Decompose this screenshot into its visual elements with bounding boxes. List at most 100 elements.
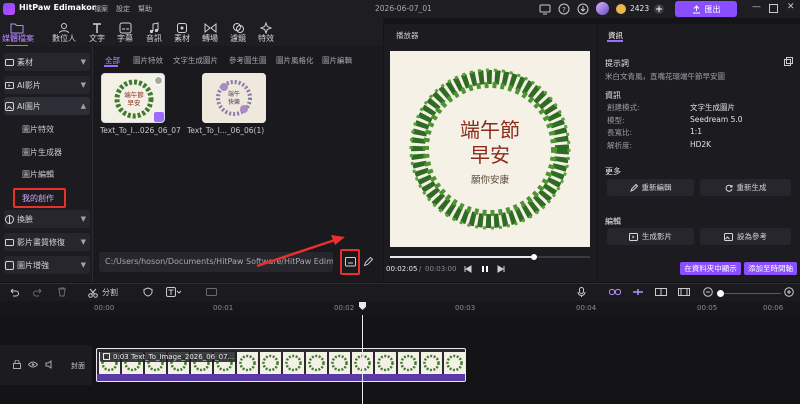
category-tabs: 媒體檔案 數位人 文字 字幕 音訊 素材 轉場 濾鏡 特效	[0, 18, 383, 47]
media-tab-image-to-image[interactable]: 參考圖生圖	[229, 55, 267, 66]
zoom-out-icon[interactable]	[703, 287, 713, 297]
sidebar-item-ai-video[interactable]: AI影片 ▼	[4, 76, 90, 94]
face-swap-icon	[4, 214, 14, 224]
menu-help[interactable]: 幫助	[138, 4, 152, 14]
filmstrip-frame	[237, 352, 258, 374]
ruler-tick: 00:02	[334, 304, 355, 312]
tab-audio[interactable]: 音訊	[139, 21, 169, 45]
tab-subtitle[interactable]: 字幕	[110, 21, 140, 45]
export-button[interactable]: 匯出	[675, 1, 737, 17]
sidebar-item-face-swap[interactable]: 換臉 ▼	[4, 210, 90, 228]
tab-material[interactable]: 素材	[167, 21, 197, 45]
maximize-button[interactable]	[769, 4, 778, 13]
set-reference-button[interactable]: 設為參考	[700, 228, 791, 245]
info-value-model: Seedream 5.0	[690, 115, 743, 124]
tab-media[interactable]: 媒體檔案	[2, 21, 34, 47]
minimize-button[interactable]: —	[752, 2, 761, 12]
effects-icon	[251, 21, 281, 34]
thumb-text-line2: 早安	[128, 98, 142, 107]
magnet-icon[interactable]	[632, 287, 644, 297]
zoom-in-icon[interactable]	[784, 287, 794, 297]
preview-image: 端午節 早安 願你安康	[390, 51, 590, 247]
prompt-text: 米白文青風，直嘴花環端午節早安圖	[605, 72, 725, 81]
thumb-text-line1: 端午節	[124, 90, 144, 99]
media-tab-text-to-image[interactable]: 文字生成圖片	[173, 55, 218, 66]
track-header: 封面	[0, 345, 92, 385]
filmstrip-frame	[444, 352, 465, 374]
tab-filter[interactable]: 濾鏡	[223, 21, 253, 45]
show-in-folder-button[interactable]: 在資料夾中顯示	[680, 262, 741, 275]
add-to-timeline-button[interactable]: 添加至時間軸	[744, 262, 797, 275]
media-tab-image-effects[interactable]: 圖片特效	[133, 55, 163, 66]
menu-file[interactable]: 檔案	[94, 4, 108, 14]
split-button[interactable]: 分割	[88, 287, 118, 298]
playhead-line[interactable]	[362, 315, 363, 404]
chevron-down-icon: ▼	[80, 238, 86, 246]
media-thumbnail[interactable]: 端午 快樂	[202, 73, 266, 123]
sidebar-sub-image-edit[interactable]: 圖片編輯	[22, 169, 54, 180]
pause-icon[interactable]	[481, 265, 489, 273]
tab-transition[interactable]: 轉場	[195, 21, 225, 45]
link-icon[interactable]	[609, 287, 621, 297]
shield-icon[interactable]	[143, 287, 153, 297]
menu-settings[interactable]: 設定	[116, 4, 130, 14]
lock-icon[interactable]	[13, 360, 21, 369]
tab-text[interactable]: 文字	[82, 21, 112, 45]
project-name[interactable]: 2026-06-07_01	[375, 4, 432, 13]
image-tool-icon[interactable]	[206, 287, 217, 297]
chevron-up-icon: ▲	[80, 102, 86, 110]
sidebar-sub-image-effects[interactable]: 圖片特效	[22, 124, 54, 135]
sidebar-item-ai-image[interactable]: AI圖片 ▲	[4, 97, 90, 115]
redo-icon[interactable]	[33, 287, 44, 297]
add-credits-icon[interactable]	[653, 3, 665, 15]
regenerate-button[interactable]: 重新生成	[700, 179, 791, 196]
sidebar-sub-my-creations[interactable]: 我的創作	[22, 193, 54, 204]
timeline-clip[interactable]: 0:03 Text_To_Image_2026_06_07...	[96, 348, 466, 382]
reedit-button[interactable]: 重新編輯	[607, 179, 694, 196]
pip-icon[interactable]	[655, 287, 667, 297]
ruler-tick: 00:05	[697, 304, 718, 312]
make-video-button[interactable]: 生成影片	[607, 228, 694, 245]
zoom-slider[interactable]	[717, 290, 781, 297]
download-icon[interactable]	[577, 3, 589, 15]
tab-avatar[interactable]: 數位人	[49, 21, 79, 45]
info-tab-underline	[607, 40, 623, 42]
media-thumbnail[interactable]: 端午節 早安	[101, 73, 165, 123]
info-label-resolution: 解析度:	[607, 141, 633, 150]
undo-icon[interactable]	[8, 287, 19, 297]
sidebar-item-material[interactable]: 素材 ▼	[4, 53, 90, 71]
timeline-ruler[interactable]: 00:00 00:01 00:02 00:03 00:04 00:05 00:0…	[0, 301, 800, 315]
edit-pencil-icon[interactable]	[363, 256, 374, 267]
next-frame-icon[interactable]	[497, 265, 505, 273]
screen-icon[interactable]	[539, 3, 551, 15]
prev-frame-icon[interactable]	[464, 265, 472, 273]
scissors-icon	[88, 288, 98, 298]
eye-icon[interactable]	[28, 361, 38, 368]
copy-icon[interactable]	[784, 57, 793, 66]
sidebar-item-image-enhance[interactable]: 圖片增強 ▼	[4, 256, 90, 274]
microphone-icon[interactable]	[577, 287, 586, 298]
close-button[interactable]: ✕	[787, 2, 795, 12]
zoom-slider-knob[interactable]	[717, 290, 724, 297]
preview-text-line2: 早安	[470, 143, 510, 167]
sidebar-sub-image-generator[interactable]: 圖片生成器	[22, 147, 62, 158]
user-avatar[interactable]	[596, 2, 609, 15]
delete-icon[interactable]	[57, 287, 67, 297]
speaker-icon[interactable]	[45, 360, 54, 369]
media-tab-stylize[interactable]: 圖片風格化	[276, 55, 314, 66]
filmstrip-icon[interactable]	[678, 287, 690, 297]
sidebar-item-video-enhance[interactable]: 影片畫質修復 ▼	[4, 233, 90, 251]
ruler-tick: 00:06	[763, 304, 784, 312]
select-checkbox[interactable]	[154, 76, 163, 85]
playback-track[interactable]	[390, 254, 590, 260]
help-icon[interactable]: ?	[558, 3, 570, 15]
playback-knob[interactable]	[531, 254, 537, 260]
prompt-heading: 提示詞	[605, 59, 629, 68]
text-tool-icon[interactable]	[166, 287, 182, 297]
enhance-icon	[4, 237, 14, 247]
clip-label-badge: 0:03 Text_To_Image_2026_06_07...	[100, 351, 238, 362]
edit-icon	[629, 183, 638, 192]
sticker-icon	[167, 21, 197, 34]
tab-effects[interactable]: 特效	[251, 21, 281, 45]
media-tab-image-edit[interactable]: 圖片編輯	[322, 55, 352, 66]
